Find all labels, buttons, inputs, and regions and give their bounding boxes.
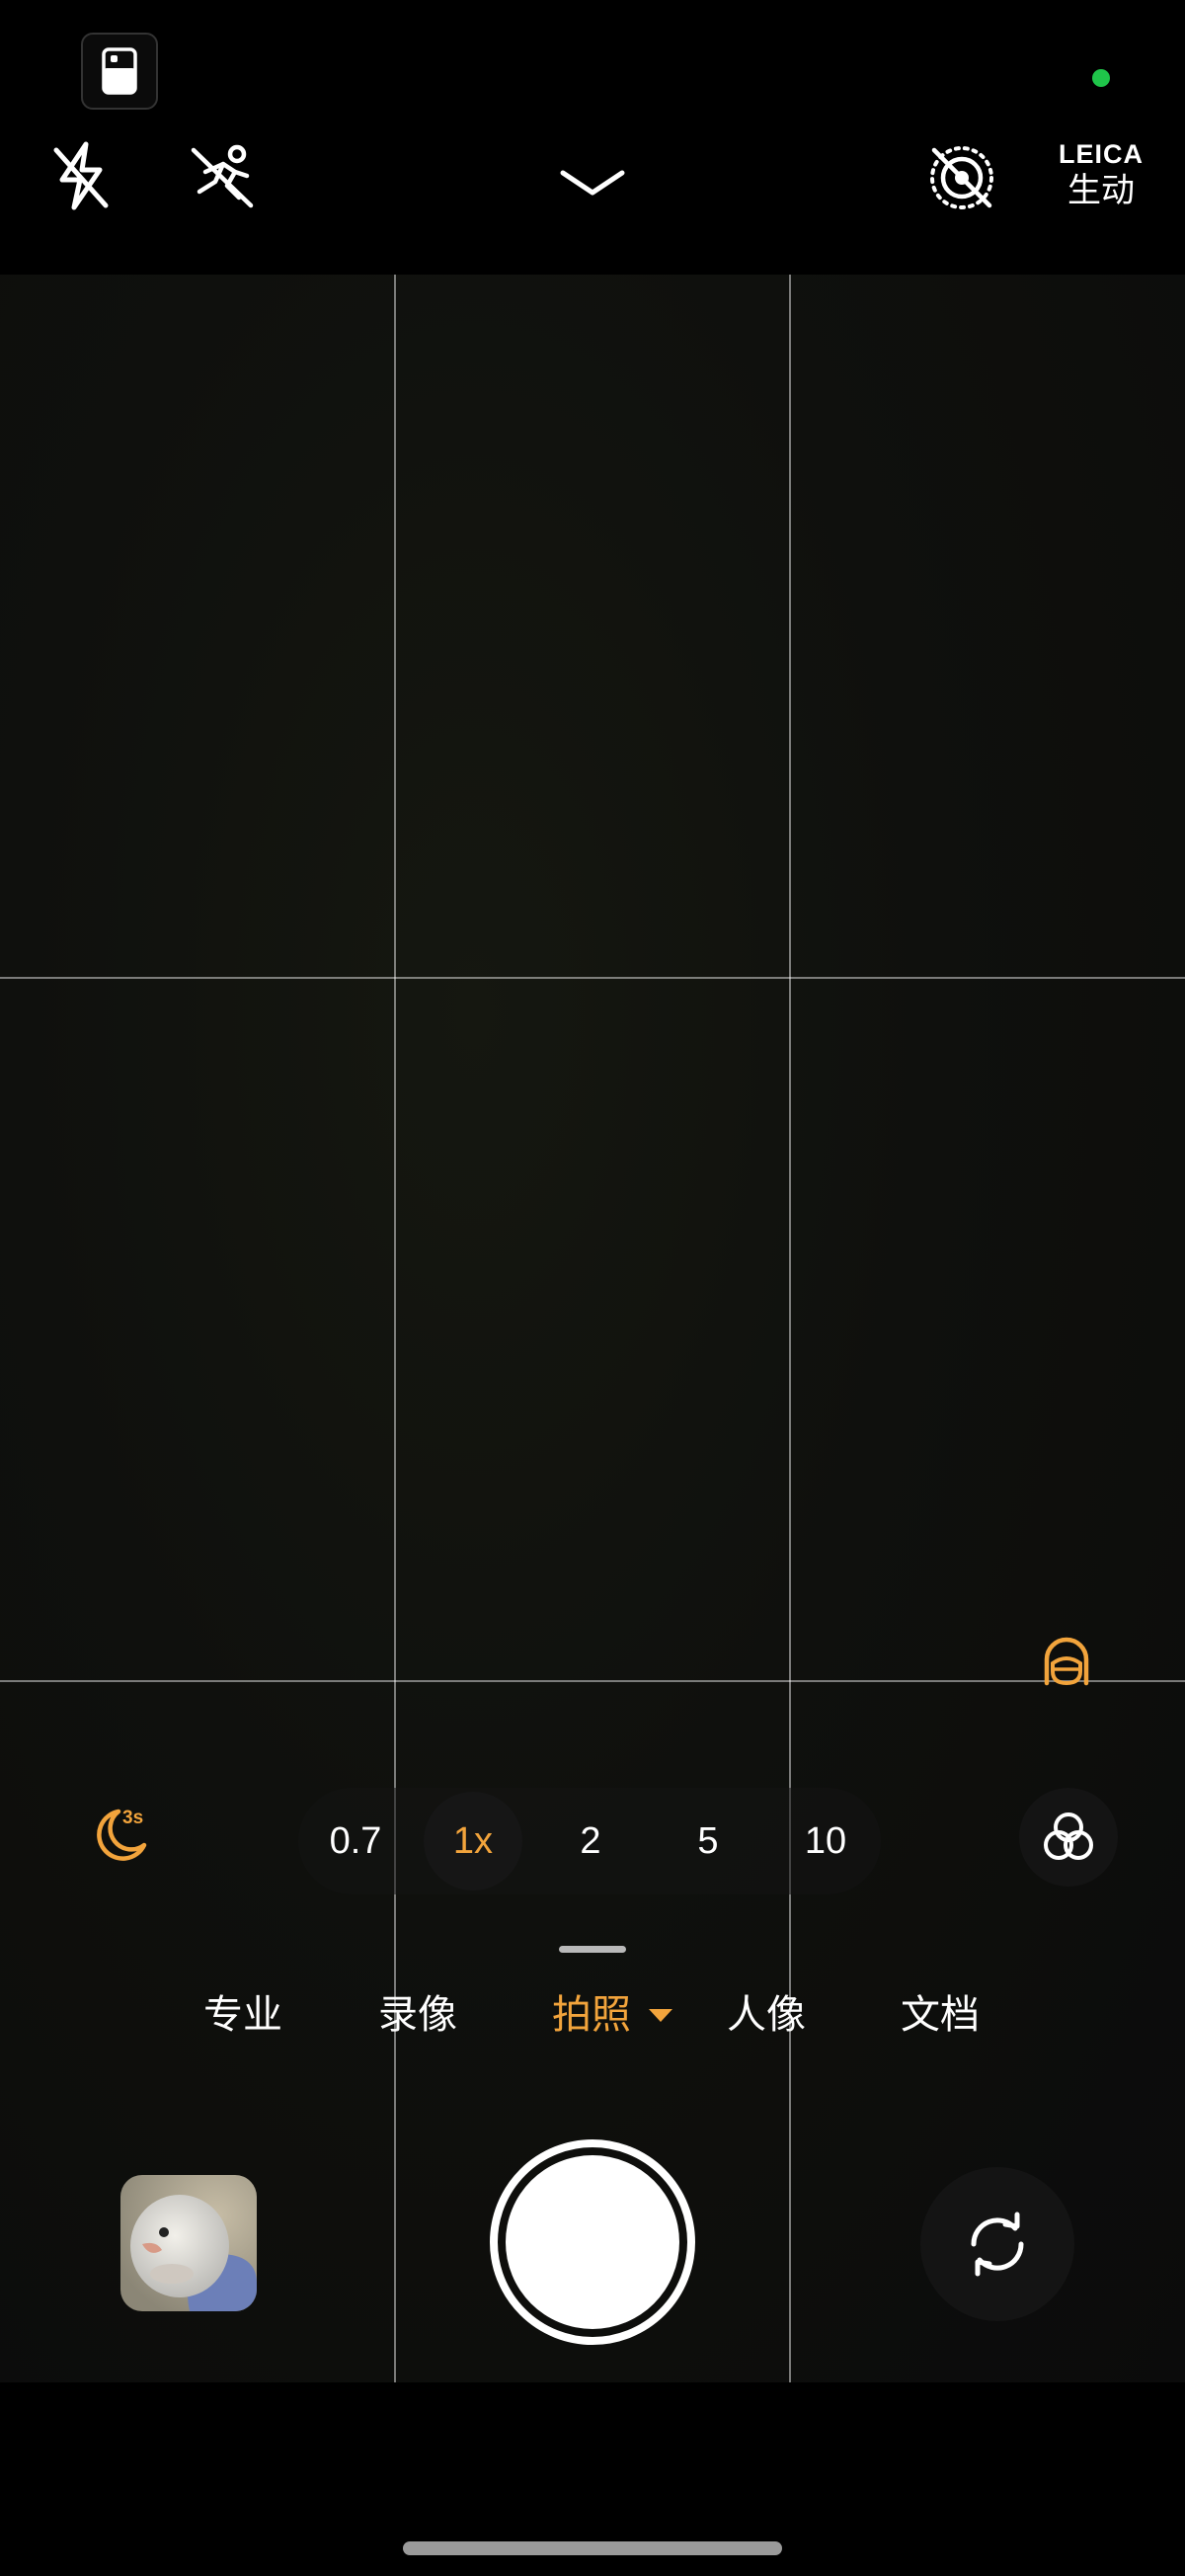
camera-viewfinder[interactable] [0,275,1185,2382]
home-indicator[interactable] [403,2541,782,2555]
switch-camera-button[interactable] [920,2167,1074,2321]
flash-off-icon [53,141,109,210]
live-photo-toggle-button[interactable] [922,138,1001,217]
flash-toggle-button[interactable] [43,138,118,213]
mode-options-caret-icon[interactable] [649,2009,672,2022]
grid-line-vertical-left [394,275,396,2382]
shutter-inner [506,2155,679,2329]
mode-pro[interactable]: 专业 [203,1989,282,2041]
gallery-thumbnail[interactable] [120,2175,257,2311]
zoom-option-10[interactable]: 10 [776,1792,875,1891]
grid-line-vertical-right [789,275,791,2382]
zoom-option-0-7[interactable]: 0.7 [306,1792,405,1891]
zoom-option-1x[interactable]: 1x [424,1792,522,1891]
shutter-button[interactable] [490,2139,695,2345]
leica-brand-label: LEICA [1059,139,1144,169]
zoom-option-2[interactable]: 2 [541,1792,640,1891]
leica-style-label: 生动 [1067,172,1135,209]
mode-document[interactable]: 文档 [901,1989,980,2041]
recording-indicator-dot [1092,69,1110,87]
filters-icon [1044,1812,1093,1860]
portrait-face-detect-button[interactable] [1033,1632,1100,1691]
night-mode-button[interactable]: 3s [71,1788,170,1887]
zoom-option-5[interactable]: 5 [659,1792,757,1891]
mode-video[interactable]: 录像 [378,1989,457,2041]
sim-card-indicator[interactable] [81,33,158,110]
last-photo-parakeet-image [120,2175,257,2311]
mode-portrait[interactable]: 人像 [727,1989,806,2041]
night-timer-label: 3s [122,1808,144,1828]
mode-photo[interactable]: 拍照 [552,1989,631,2041]
motion-capture-off-icon [191,144,254,208]
top-bar [0,0,1185,275]
chevron-down-icon [560,170,625,196]
more-settings-dropdown[interactable] [553,158,632,207]
live-photo-off-icon [930,146,993,209]
motion-capture-toggle-button[interactable] [184,140,263,213]
night-mode-moon-icon [97,1809,147,1861]
sim-card-icon [102,47,137,95]
leica-style-button[interactable]: LEICA 生动 [1047,139,1155,209]
mode-drawer-handle[interactable] [559,1946,626,1953]
grid-line-horizontal-top [0,977,1185,979]
camera-flip-icon [971,2212,1024,2277]
filters-button[interactable] [1019,1788,1118,1887]
portrait-face-icon [1044,1637,1089,1686]
grid-line-horizontal-bottom [0,1680,1185,1682]
